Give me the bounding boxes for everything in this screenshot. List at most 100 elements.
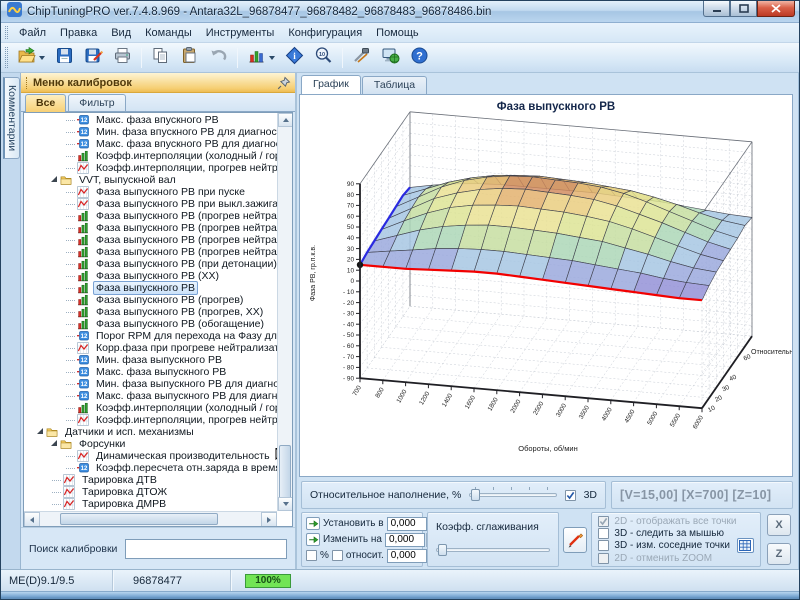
horizontal-scroll-thumb[interactable] (60, 513, 218, 525)
menu-item-6[interactable]: Помощь (369, 25, 426, 41)
scroll-left-button[interactable] (24, 512, 40, 527)
fill-slider[interactable] (469, 488, 556, 502)
chart-area[interactable]: - 90- 80- 70- 60- 50- 40- 30- 20- 100102… (299, 94, 793, 477)
relative-value-field[interactable]: 0,000 (387, 549, 427, 563)
tree-item[interactable]: Тарировка ДМРВ (24, 498, 277, 510)
close-button[interactable] (757, 1, 795, 17)
3d-checkbox[interactable] (565, 490, 576, 501)
dropdown-caret-icon[interactable] (269, 56, 275, 60)
svg-text:- 60: - 60 (343, 343, 354, 350)
search-row: Поиск калибровки (21, 527, 295, 569)
scroll-right-button[interactable] (261, 512, 277, 527)
option-checkbox-0[interactable] (598, 516, 609, 527)
tree-vertical-scrollbar[interactable] (277, 113, 292, 511)
svg-text:- 80: - 80 (343, 365, 354, 372)
option-checkbox-3[interactable] (598, 553, 609, 564)
paste-button[interactable] (176, 43, 203, 73)
change-value-field[interactable]: 0,000 (385, 533, 425, 547)
relative-label: относит. (346, 550, 384, 561)
tree-item-label[interactable]: Тарировка ДМРВ (79, 497, 169, 511)
calibration-tree[interactable]: 12Макс. фаза впускного РВ12Мин. фаза впу… (24, 114, 277, 511)
filter-tab-1[interactable]: Фильтр (68, 94, 125, 111)
3d-checkbox-label: 3D (584, 489, 597, 501)
tree-expander-icon[interactable] (51, 440, 57, 446)
title-bar[interactable]: ChipTuningPRO ver.7.4.8.969 - Antara32L_… (1, 1, 800, 23)
value-edit-group: Установить в 0,000 Изменить на 0,000 % о… (301, 512, 423, 567)
info-diamond-button[interactable]: i (281, 43, 308, 73)
comments-tab[interactable]: Комментарии (3, 77, 20, 159)
menu-item-5[interactable]: Конфигурация (281, 25, 369, 41)
zoom-10-button[interactable]: 10 (310, 43, 337, 73)
pin-icon[interactable] (277, 76, 291, 90)
slider-track[interactable] (469, 493, 556, 497)
view-tab-1[interactable]: Таблица (362, 76, 427, 94)
svg-text:12: 12 (81, 142, 88, 148)
menu-item-3[interactable]: Команды (138, 25, 199, 41)
tree-connector (66, 300, 75, 301)
network-button[interactable] (377, 43, 404, 73)
menu-item-1[interactable]: Правка (53, 25, 104, 41)
copy-button[interactable] (147, 43, 174, 73)
menu-item-0[interactable]: Файл (12, 25, 53, 41)
filter-tab-0[interactable]: Все (25, 94, 66, 112)
slider-thumb[interactable] (471, 489, 480, 501)
tree-connector (66, 132, 75, 133)
folder-icon (60, 438, 72, 450)
progress-indicator: 100% (245, 574, 291, 588)
scroll-down-button[interactable] (278, 497, 293, 511)
draw-edit-button[interactable] (563, 527, 587, 553)
slider-thumb[interactable] (438, 544, 447, 556)
slider-track[interactable] (436, 548, 550, 552)
tree-horizontal-scrollbar[interactable] (24, 511, 277, 526)
grid-table-button[interactable] (737, 538, 754, 553)
panel-title: Меню калибровок (33, 77, 277, 89)
open-file-button[interactable] (13, 43, 49, 73)
svg-text:40: 40 (347, 235, 355, 242)
window-controls (703, 1, 795, 17)
smoothing-slider[interactable] (436, 543, 550, 557)
tree-expander-icon[interactable] (37, 428, 43, 434)
apply-change-button[interactable] (306, 533, 320, 546)
svg-text:800: 800 (374, 386, 386, 399)
tree-container: 12Макс. фаза впускного РВ12Мин. фаза впу… (23, 112, 293, 527)
svg-text:Фаза выпускного РВ: Фаза выпускного РВ (497, 101, 615, 113)
view-tab-0[interactable]: График (301, 75, 361, 94)
tools-button[interactable] (348, 43, 375, 73)
relative-checkbox[interactable] (332, 550, 343, 561)
set-value-field[interactable]: 0,000 (387, 517, 427, 531)
svg-text:20: 20 (714, 394, 724, 404)
search-label: Поиск калибровки (29, 543, 117, 555)
save-button[interactable] (51, 43, 78, 73)
option-checkbox-2[interactable] (598, 540, 609, 551)
vertical-scroll-thumb[interactable] (279, 445, 291, 501)
map-chart-icon (77, 210, 89, 222)
docked-side-strip: Комментарии (1, 73, 21, 569)
svg-text:12: 12 (81, 382, 88, 388)
tree-connector (66, 336, 75, 337)
apply-set-button[interactable] (306, 517, 320, 530)
tree-item[interactable]: Датчики и исп. механизмы (24, 426, 277, 438)
map-chart-icon (77, 318, 89, 330)
menu-item-4[interactable]: Инструменты (199, 25, 282, 41)
value-12-icon: 12 (77, 138, 89, 150)
minimize-button[interactable] (703, 1, 730, 17)
maximize-button[interactable] (730, 1, 757, 17)
help-button[interactable]: ? (406, 43, 433, 73)
print-button[interactable] (109, 43, 136, 73)
x-axis-button[interactable]: X (767, 514, 791, 536)
toolbar-separator (237, 48, 238, 68)
print-icon (113, 46, 132, 70)
option-checkbox-1[interactable] (598, 528, 609, 539)
svg-text:700: 700 (352, 384, 364, 397)
save-edit-button[interactable] (80, 43, 107, 73)
percent-checkbox[interactable] (306, 550, 317, 561)
tree-connector (66, 120, 75, 121)
undo-button[interactable] (205, 43, 232, 73)
scroll-up-button[interactable] (278, 113, 293, 127)
search-input[interactable] (125, 539, 287, 559)
dropdown-caret-icon[interactable] (39, 56, 45, 60)
tree-expander-icon[interactable] (51, 176, 57, 182)
menu-item-2[interactable]: Вид (104, 25, 138, 41)
z-axis-button[interactable]: Z (767, 543, 791, 565)
chart-button[interactable] (243, 43, 279, 73)
